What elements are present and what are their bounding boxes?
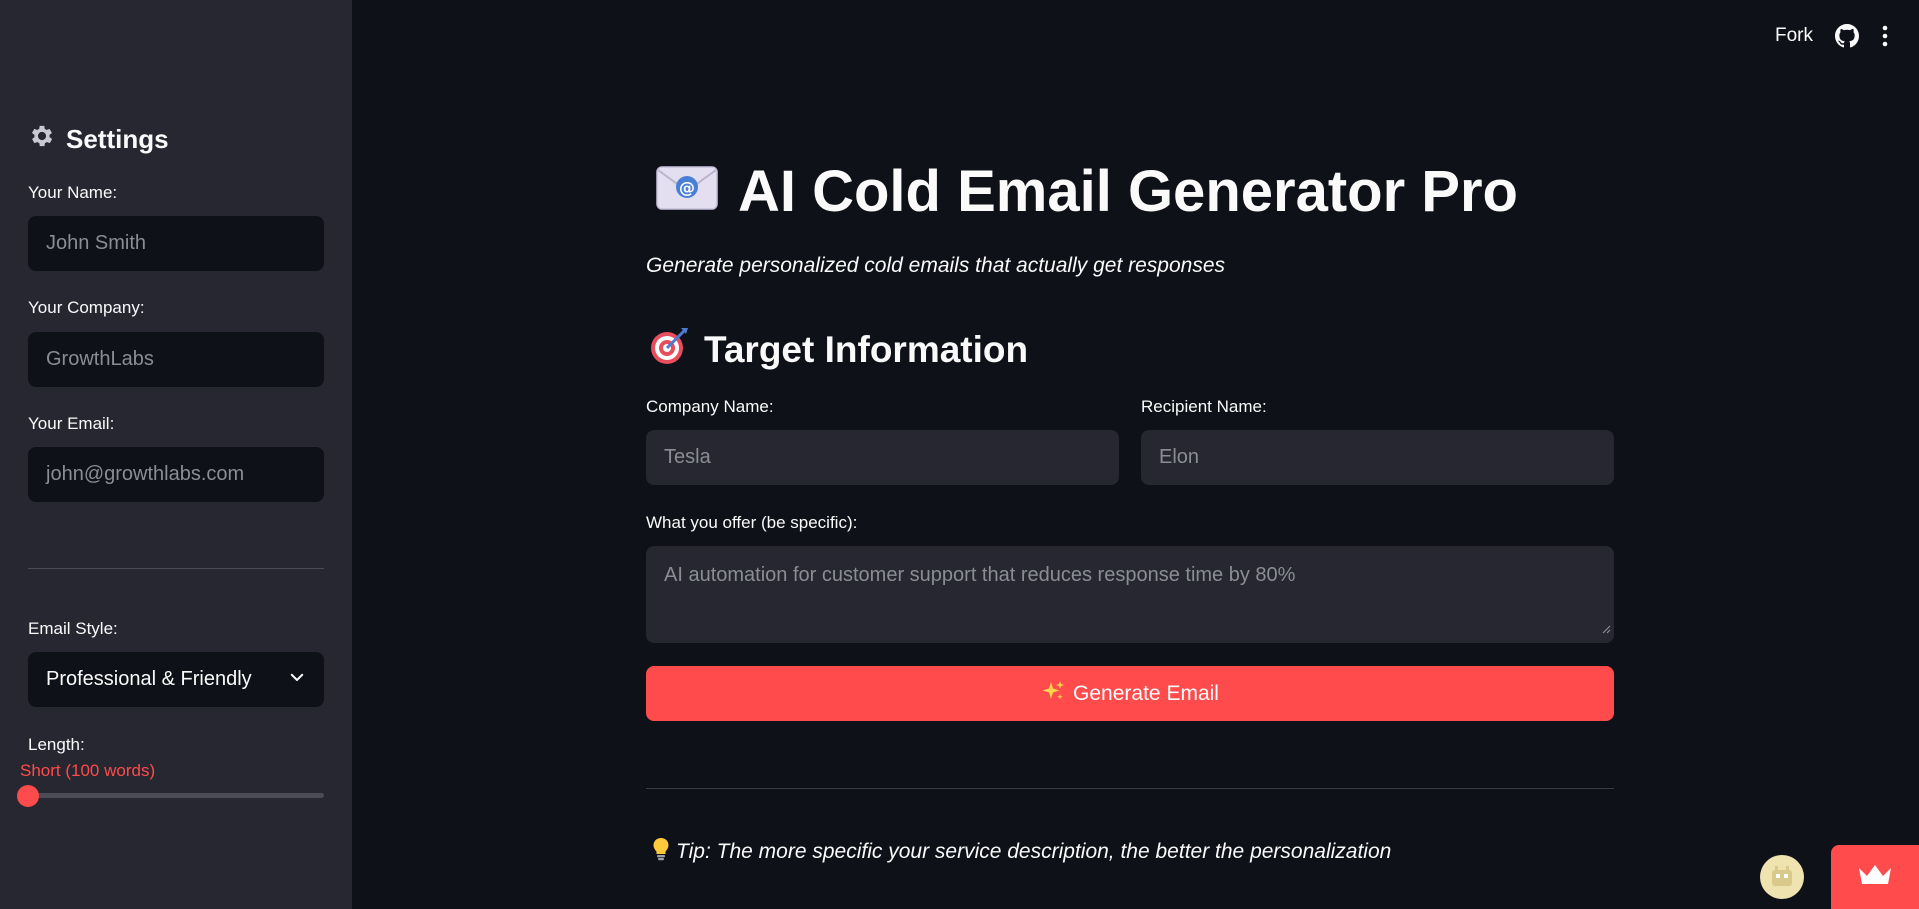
length-slider-value: Short (100 words) (20, 761, 156, 780)
offer-placeholder: AI automation for customer support that … (664, 564, 1296, 586)
length-slider-track[interactable] (28, 793, 324, 798)
gear-icon (28, 122, 56, 157)
company-name-placeholder: Tesla (664, 446, 711, 468)
email-style-select[interactable]: Professional & Friendly (28, 652, 324, 707)
crown-badge[interactable] (1831, 845, 1919, 909)
tip-text: Tip: The more specific your service desc… (652, 837, 1391, 867)
page-title-text: AI Cold Email Generator Pro (738, 159, 1518, 224)
tip-text-content: Tip: The more specific your service desc… (676, 840, 1392, 863)
company-name-label: Company Name: (646, 397, 774, 416)
top-toolbar: Fork (1775, 0, 1919, 72)
email-style-label: Email Style: (28, 619, 118, 638)
sparkles-icon (1041, 679, 1065, 709)
github-icon[interactable] (1835, 24, 1859, 48)
avatar[interactable] (1760, 855, 1804, 899)
your-name-placeholder: John Smith (46, 232, 147, 254)
chevron-down-icon (288, 668, 306, 692)
length-slider-thumb[interactable] (17, 785, 39, 807)
generate-email-button[interactable]: Generate Email (646, 666, 1614, 721)
company-name-input[interactable]: Tesla (646, 430, 1119, 485)
your-company-input[interactable]: GrowthLabs (28, 332, 324, 387)
target-icon (648, 324, 690, 375)
your-company-label: Your Company: (28, 298, 145, 317)
your-email-input[interactable]: john@growthlabs.com (28, 447, 324, 502)
sidebar-divider (28, 568, 324, 569)
lightbulb-icon (652, 837, 670, 867)
main-divider (646, 788, 1614, 789)
resize-handle-icon[interactable] (1601, 617, 1611, 640)
section-title: Target Information (648, 324, 1028, 375)
offer-textarea[interactable]: AI automation for customer support that … (646, 546, 1614, 643)
your-name-label: Your Name: (28, 183, 118, 202)
sidebar-title: Settings (28, 122, 169, 157)
page-subtitle: Generate personalized cold emails that a… (646, 254, 1225, 277)
page-title: @ AI Cold Email Generator Pro (656, 158, 1518, 225)
your-name-input[interactable]: John Smith (28, 216, 324, 271)
your-email-placeholder: john@growthlabs.com (46, 463, 245, 485)
svg-text:@: @ (679, 178, 695, 197)
fork-button[interactable]: Fork (1775, 25, 1813, 47)
recipient-name-label: Recipient Name: (1141, 397, 1267, 416)
recipient-name-placeholder: Elon (1159, 446, 1200, 468)
recipient-name-input[interactable]: Elon (1141, 430, 1614, 485)
generate-email-label: Generate Email (1073, 681, 1219, 705)
sidebar: Settings Your Name: John Smith Your Comp… (0, 0, 352, 909)
section-title-text: Target Information (704, 328, 1029, 370)
your-email-label: Your Email: (28, 414, 115, 433)
crown-icon (1857, 862, 1893, 893)
offer-label: What you offer (be specific): (646, 513, 858, 532)
email-style-value: Professional & Friendly (46, 668, 252, 690)
kebab-menu-icon[interactable] (1881, 24, 1889, 48)
length-label: Length: (28, 735, 85, 754)
email-icon: @ (656, 158, 718, 225)
your-company-placeholder: GrowthLabs (46, 348, 154, 370)
sidebar-title-text: Settings (66, 124, 169, 154)
